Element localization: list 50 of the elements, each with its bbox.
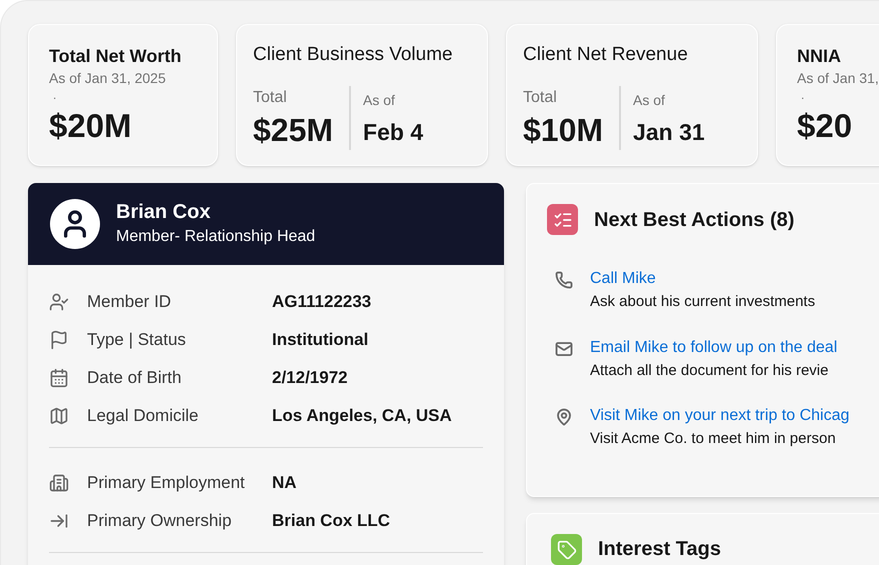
metric-label: As of bbox=[363, 90, 396, 110]
action-link[interactable]: Visit Mike on your next trip to Chicag bbox=[590, 404, 850, 428]
mail-icon bbox=[555, 340, 573, 358]
field-value: 2/12/1972 bbox=[272, 367, 348, 390]
metric-date: Jan 31 bbox=[633, 118, 705, 146]
metric-date: Feb 4 bbox=[363, 118, 424, 146]
map-icon bbox=[49, 406, 69, 426]
field-value: NA bbox=[272, 472, 297, 494]
field-label: Date of Birth bbox=[87, 367, 182, 390]
field-label: Primary Ownership bbox=[87, 510, 233, 532]
location-pin-icon bbox=[555, 408, 573, 426]
building-icon bbox=[49, 473, 69, 493]
metric-title: Total Net Worth bbox=[49, 45, 182, 68]
field-value: AG11122233 bbox=[272, 291, 372, 314]
profile-name: Brian Cox bbox=[116, 200, 212, 224]
metric-label: As of bbox=[633, 90, 666, 110]
action-detail: Visit Acme Co. to meet him in person bbox=[590, 429, 837, 449]
metric-subtitle: As of Jan 31, 2025 bbox=[49, 68, 167, 88]
checklist-icon bbox=[547, 204, 578, 235]
card-title: Interest Tags bbox=[598, 537, 721, 562]
calendar-icon bbox=[49, 368, 69, 388]
field-label: Type | Status bbox=[87, 329, 187, 352]
metric-label: Total bbox=[523, 88, 558, 108]
metric-subtitle: As of Jan 31, bbox=[797, 68, 879, 88]
profile-role: Member- Relationship Head bbox=[116, 226, 316, 246]
field-label: Member ID bbox=[87, 291, 172, 314]
metric-value: $20M bbox=[49, 106, 133, 146]
avatar-icon bbox=[50, 199, 100, 249]
phone-icon bbox=[555, 271, 573, 289]
member-icon bbox=[49, 292, 69, 312]
metric-value: $20 bbox=[797, 106, 854, 146]
field-label: Legal Domicile bbox=[87, 405, 200, 428]
metric-title: NNIA bbox=[797, 45, 842, 68]
field-value: Institutional bbox=[272, 329, 368, 352]
metric-value: $10M bbox=[523, 110, 604, 150]
action-detail: Ask about his current investments bbox=[590, 292, 816, 312]
metric-title: Client Net Revenue bbox=[523, 43, 689, 67]
metric-label: Total bbox=[253, 88, 288, 108]
metric-value: $25M bbox=[253, 110, 334, 150]
marker-dot: . bbox=[800, 88, 806, 100]
marker-dot: . bbox=[52, 88, 58, 100]
action-link[interactable]: Email Mike to follow up on the deal bbox=[590, 336, 838, 360]
field-value: Brian Cox LLC bbox=[272, 510, 390, 532]
field-label: Primary Employment bbox=[87, 472, 246, 494]
flag-icon bbox=[49, 330, 69, 350]
card-title: Next Best Actions (8) bbox=[594, 208, 794, 232]
action-link[interactable]: Call Mike bbox=[590, 267, 816, 291]
action-detail: Attach all the document for his revie bbox=[590, 360, 830, 380]
field-value: Los Angeles, CA, USA bbox=[272, 405, 452, 428]
metric-title: Client Business Volume bbox=[253, 43, 454, 67]
